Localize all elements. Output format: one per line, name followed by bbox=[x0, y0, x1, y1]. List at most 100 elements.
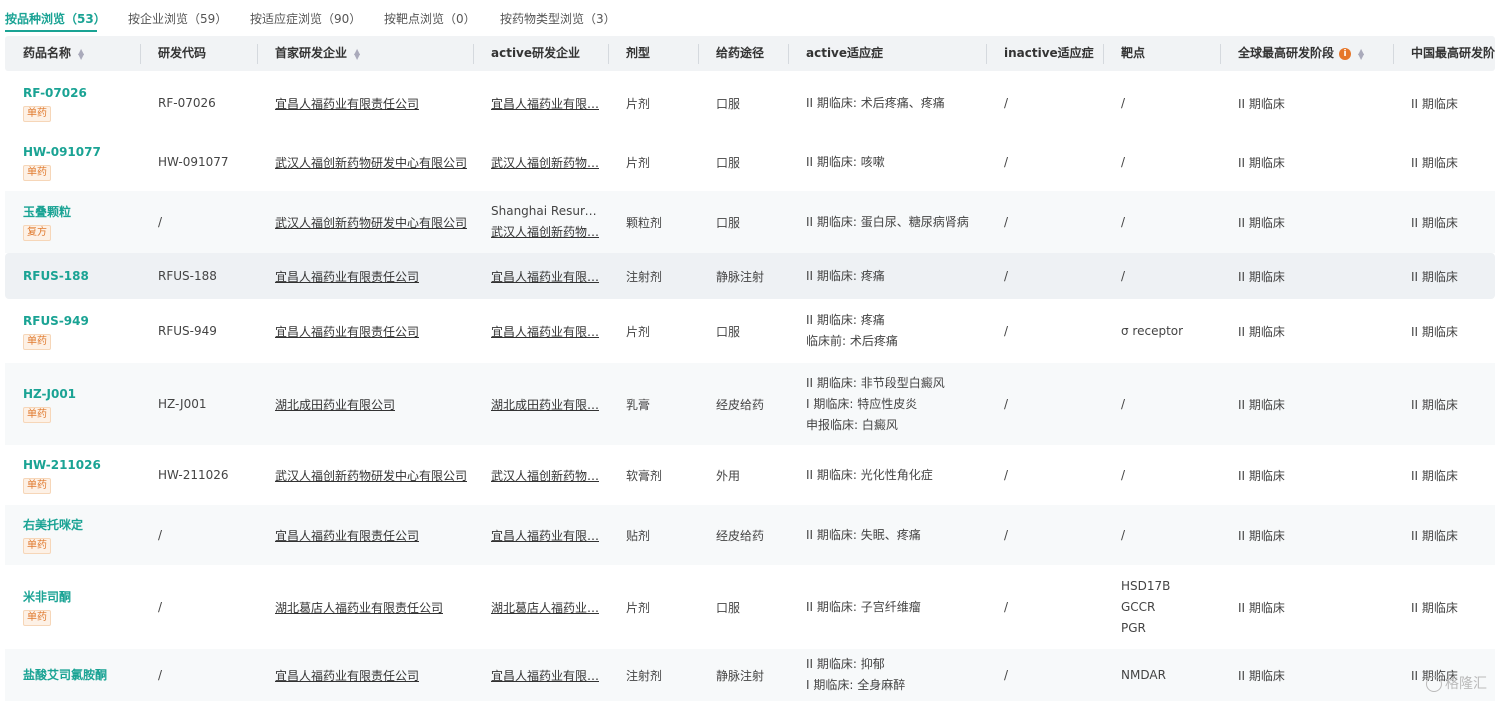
target-item: / bbox=[1121, 268, 1126, 283]
column-divider[interactable] bbox=[698, 44, 699, 64]
header-drug-name[interactable]: 药品名称 ▲ ▼ bbox=[23, 36, 84, 71]
china-phase-cell: II 期临床 bbox=[1411, 528, 1458, 543]
column-divider[interactable] bbox=[986, 44, 987, 64]
sort-icon[interactable]: ▲ ▼ bbox=[354, 47, 360, 60]
active-company-link[interactable]: 宜昌人福药业有限… bbox=[491, 95, 599, 112]
drug-name-link[interactable]: HW-211026 bbox=[23, 456, 101, 474]
first-company-link[interactable]: 湖北成田药业有限公司 bbox=[275, 396, 395, 413]
active-company-link[interactable]: 武汉人福创新药物… bbox=[491, 222, 599, 243]
first-company-link[interactable]: 武汉人福创新药物研发中心有限公司 bbox=[275, 154, 467, 171]
table-row[interactable]: 盐酸艾司氯胺酮 / 宜昌人福药业有限责任公司 宜昌人福药业有限… 注射剂 静脉注… bbox=[5, 649, 1495, 701]
sort-icon[interactable]: ▲ ▼ bbox=[1358, 47, 1364, 60]
drug-type-badge: 复方 bbox=[23, 225, 51, 241]
column-divider[interactable] bbox=[1393, 44, 1394, 64]
column-divider[interactable] bbox=[1103, 44, 1104, 64]
table-row[interactable]: RF-07026 单药 RF-07026 宜昌人福药业有限责任公司 宜昌人福药业有… bbox=[5, 73, 1495, 133]
header-active-company: active研发企业 bbox=[491, 46, 581, 60]
sort-icon[interactable]: ▲ ▼ bbox=[78, 47, 84, 60]
active-company-link[interactable]: 宜昌人福药业有限… bbox=[491, 323, 599, 340]
first-company-link[interactable]: 宜昌人福药业有限责任公司 bbox=[275, 667, 419, 684]
table-row[interactable]: HW-211026 单药 HW-211026 武汉人福创新药物研发中心有限公司 武… bbox=[5, 445, 1495, 505]
tab-by-variety[interactable]: 按品种浏览（53） bbox=[5, 10, 106, 27]
tab-by-company[interactable]: 按企业浏览（59） bbox=[128, 10, 227, 27]
column-divider[interactable] bbox=[1220, 44, 1221, 64]
china-phase-cell: II 期临床 bbox=[1411, 600, 1458, 615]
table-row[interactable]: 米非司酮 单药 / 湖北葛店人福药业有限责任公司 湖北葛店人福药业… 片剂 口服 … bbox=[5, 565, 1495, 649]
first-company-link[interactable]: 武汉人福创新药物研发中心有限公司 bbox=[275, 467, 467, 484]
active-company-link[interactable]: 宜昌人福药业有限… bbox=[491, 667, 599, 684]
drug-name-link[interactable]: RFUS-949 bbox=[23, 312, 89, 330]
code-cell: / bbox=[158, 600, 163, 614]
active-indication: 临床前: 术后疼痛 bbox=[806, 334, 898, 348]
inactive-indication-cell: / bbox=[1004, 96, 1009, 110]
active-company-link[interactable]: 武汉人福创新药物… bbox=[491, 467, 599, 484]
drug-type-badge: 单药 bbox=[23, 334, 51, 350]
target-item: / bbox=[1121, 527, 1126, 542]
first-company-link[interactable]: 宜昌人福药业有限责任公司 bbox=[275, 95, 419, 112]
active-indication: II 期临床: 咳嗽 bbox=[806, 154, 885, 169]
drug-name-link[interactable]: HZ-J001 bbox=[23, 385, 76, 403]
active-company-link[interactable]: 湖北成田药业有限… bbox=[491, 396, 599, 413]
logo-icon bbox=[1426, 676, 1442, 692]
target-item: NMDAR bbox=[1121, 667, 1166, 682]
active-company-link[interactable]: 武汉人福创新药物… bbox=[491, 154, 599, 171]
column-divider[interactable] bbox=[473, 44, 474, 64]
route-cell: 经皮给药 bbox=[716, 528, 765, 543]
header-dosage: 剂型 bbox=[626, 46, 651, 60]
dosage-cell: 注射剂 bbox=[626, 668, 663, 683]
first-company-link[interactable]: 宜昌人福药业有限责任公司 bbox=[275, 323, 419, 340]
header-global-phase[interactable]: 全球最高研发阶段 i ▲ ▼ bbox=[1238, 36, 1364, 71]
tab-by-drug-type[interactable]: 按药物类型浏览（3） bbox=[500, 10, 616, 27]
column-divider[interactable] bbox=[788, 44, 789, 64]
drug-name-link[interactable]: HW-091077 bbox=[23, 143, 101, 161]
browse-tabs: 按品种浏览（53） 按企业浏览（59） 按适应症浏览（90） 按靶点浏览（0） … bbox=[0, 0, 1495, 36]
code-cell: HW-211026 bbox=[158, 468, 229, 482]
column-divider[interactable] bbox=[608, 44, 609, 64]
header-inactive-indication: inactive适应症 bbox=[1004, 46, 1094, 60]
global-phase-cell: II 期临床 bbox=[1238, 324, 1285, 339]
drug-name-link[interactable]: 右美托咪定 bbox=[23, 516, 83, 534]
active-company-link[interactable]: 湖北葛店人福药业… bbox=[491, 599, 599, 616]
active-company-link[interactable]: 宜昌人福药业有限… bbox=[491, 268, 599, 285]
global-phase-cell: II 期临床 bbox=[1238, 397, 1285, 412]
inactive-indication-cell: / bbox=[1004, 668, 1009, 682]
first-company-link[interactable]: 宜昌人福药业有限责任公司 bbox=[275, 527, 419, 544]
tab-by-indication[interactable]: 按适应症浏览（90） bbox=[250, 10, 361, 27]
active-company-text[interactable]: Shanghai Resurr… bbox=[491, 201, 599, 222]
target-item: / bbox=[1121, 396, 1126, 411]
table-row[interactable]: HW-091077 单药 HW-091077 武汉人福创新药物研发中心有限公司 武… bbox=[5, 133, 1495, 191]
route-cell: 口服 bbox=[716, 96, 741, 111]
table-row[interactable]: RFUS-188 RFUS-188 宜昌人福药业有限责任公司 宜昌人福药业有限…… bbox=[5, 253, 1495, 299]
first-company-link[interactable]: 湖北葛店人福药业有限责任公司 bbox=[275, 599, 443, 616]
code-cell: / bbox=[158, 528, 163, 542]
drug-name-link[interactable]: 玉叠颗粒 bbox=[23, 203, 71, 221]
tab-by-target[interactable]: 按靶点浏览（0） bbox=[384, 10, 476, 27]
active-company-link[interactable]: 宜昌人福药业有限… bbox=[491, 527, 599, 544]
route-cell: 静脉注射 bbox=[716, 668, 765, 683]
dosage-cell: 片剂 bbox=[626, 324, 651, 339]
table-row[interactable]: 玉叠颗粒复方 / 武汉人福创新药物研发中心有限公司 Shanghai Resur… bbox=[5, 191, 1495, 253]
table-row[interactable]: RFUS-949 单药 RFUS-949 宜昌人福药业有限责任公司 宜昌人福药业有… bbox=[5, 299, 1495, 363]
active-indication: II 期临床: 疼痛 bbox=[806, 313, 885, 327]
target-item: / bbox=[1121, 214, 1126, 229]
header-first-company[interactable]: 首家研发企业 ▲ ▼ bbox=[275, 36, 360, 71]
table-row[interactable]: HZ-J001 单药 HZ-J001 湖北成田药业有限公司 湖北成田药业有限… 乳… bbox=[5, 363, 1495, 445]
header-target: 靶点 bbox=[1121, 46, 1146, 60]
first-company-link[interactable]: 武汉人福创新药物研发中心有限公司 bbox=[275, 214, 467, 231]
info-icon[interactable]: i bbox=[1339, 47, 1352, 60]
header-active-indication: active适应症 bbox=[806, 46, 884, 60]
drug-name-link[interactable]: 盐酸艾司氯胺酮 bbox=[23, 666, 107, 684]
active-indication: 申报临床: 白癜风 bbox=[806, 417, 898, 432]
drug-name-link[interactable]: RFUS-188 bbox=[23, 267, 89, 285]
column-divider[interactable] bbox=[140, 44, 141, 64]
drug-name-link[interactable]: 米非司酮 bbox=[23, 588, 71, 606]
active-indication: I 期临床: 特应性皮炎 bbox=[806, 396, 918, 411]
column-divider[interactable] bbox=[257, 44, 258, 64]
global-phase-cell: II 期临床 bbox=[1238, 668, 1285, 683]
code-cell: RFUS-188 bbox=[158, 269, 217, 283]
table-row[interactable]: 右美托咪定 单药 / 宜昌人福药业有限责任公司 宜昌人福药业有限… 贴剂 经皮给药… bbox=[5, 505, 1495, 565]
drug-name-link[interactable]: RF-07026 bbox=[23, 84, 87, 102]
global-phase-cell: II 期临床 bbox=[1238, 215, 1285, 230]
first-company-link[interactable]: 宜昌人福药业有限责任公司 bbox=[275, 268, 419, 285]
code-cell: RFUS-949 bbox=[158, 324, 217, 338]
